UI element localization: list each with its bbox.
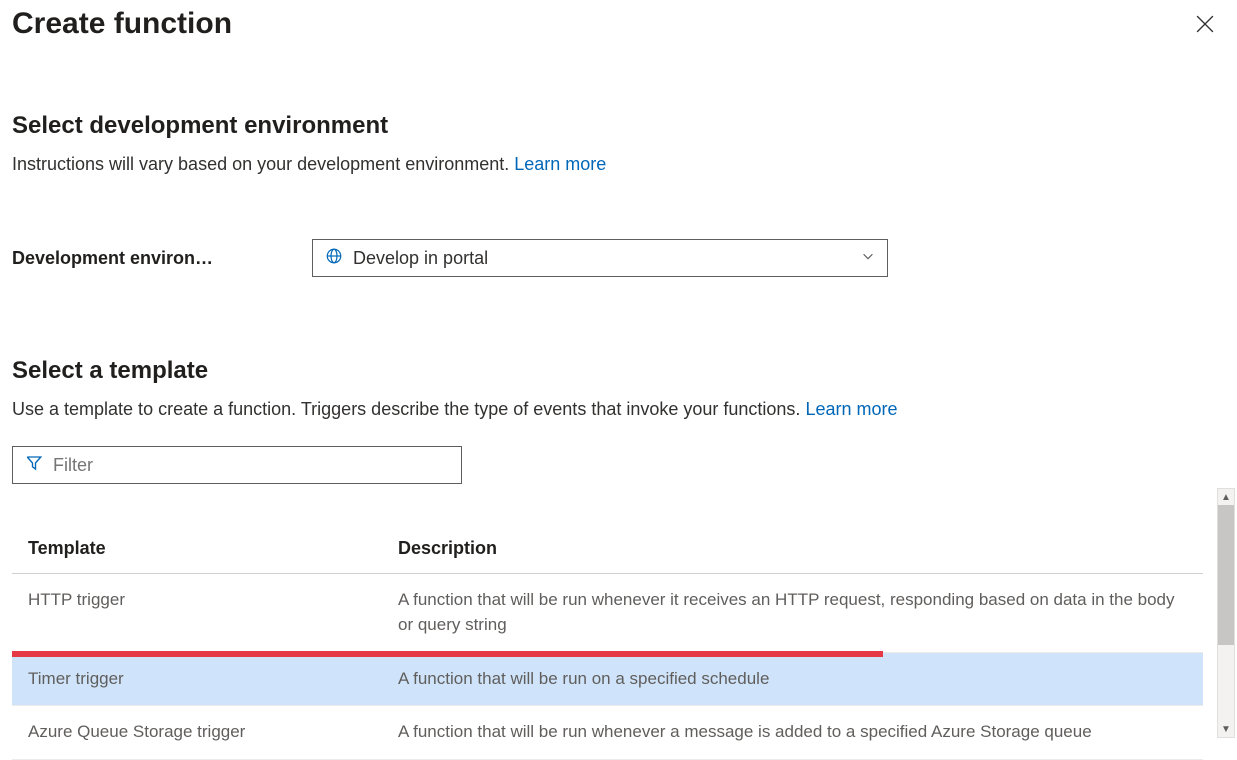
table-row[interactable]: Azure Queue Storage trigger A function t… [12, 706, 1203, 760]
template-desc-text: Use a template to create a function. Tri… [12, 399, 805, 419]
scroll-down-arrow-icon[interactable]: ▼ [1218, 721, 1234, 737]
col-header-description[interactable]: Description [382, 524, 1203, 574]
table-row[interactable]: Timer trigger A function that will be ru… [12, 652, 1203, 706]
template-description: A function that will be run on a specifi… [382, 652, 1203, 706]
filter-input[interactable] [53, 455, 449, 476]
globe-icon [325, 247, 343, 270]
dev-env-label: Development environ… [12, 248, 252, 269]
dev-env-value: Develop in portal [353, 248, 851, 269]
chevron-down-icon [861, 249, 875, 268]
template-name: Azure Queue Storage trigger [12, 706, 382, 760]
page-title: Create function [12, 7, 232, 41]
template-description: A function that will be run whenever it … [382, 574, 1203, 652]
template-description: A function that will be run whenever a m… [382, 706, 1203, 760]
env-desc-text: Instructions will vary based on your dev… [12, 154, 514, 174]
dev-env-dropdown[interactable]: Develop in portal [312, 239, 888, 277]
template-section-desc: Use a template to create a function. Tri… [12, 397, 1225, 422]
filter-icon [25, 454, 43, 477]
template-learn-more-link[interactable]: Learn more [805, 399, 897, 419]
template-section-heading: Select a template [12, 357, 1225, 385]
env-learn-more-link[interactable]: Learn more [514, 154, 606, 174]
scrollbar-track[interactable] [1218, 505, 1234, 721]
col-header-template[interactable]: Template [12, 524, 382, 574]
template-name: HTTP trigger [12, 574, 382, 652]
env-section-heading: Select development environment [12, 112, 1225, 140]
scrollbar-thumb[interactable] [1218, 505, 1234, 645]
vertical-scrollbar[interactable]: ▲ ▼ [1217, 488, 1235, 738]
templates-table: Template Description HTTP trigger A func… [12, 524, 1203, 760]
scroll-up-arrow-icon[interactable]: ▲ [1218, 489, 1234, 505]
template-name: Timer trigger [12, 652, 382, 706]
table-row[interactable]: HTTP trigger A function that will be run… [12, 574, 1203, 652]
close-icon [1196, 15, 1214, 33]
filter-box[interactable] [12, 446, 462, 484]
close-button[interactable] [1185, 4, 1225, 44]
env-section-desc: Instructions will vary based on your dev… [12, 152, 1225, 177]
